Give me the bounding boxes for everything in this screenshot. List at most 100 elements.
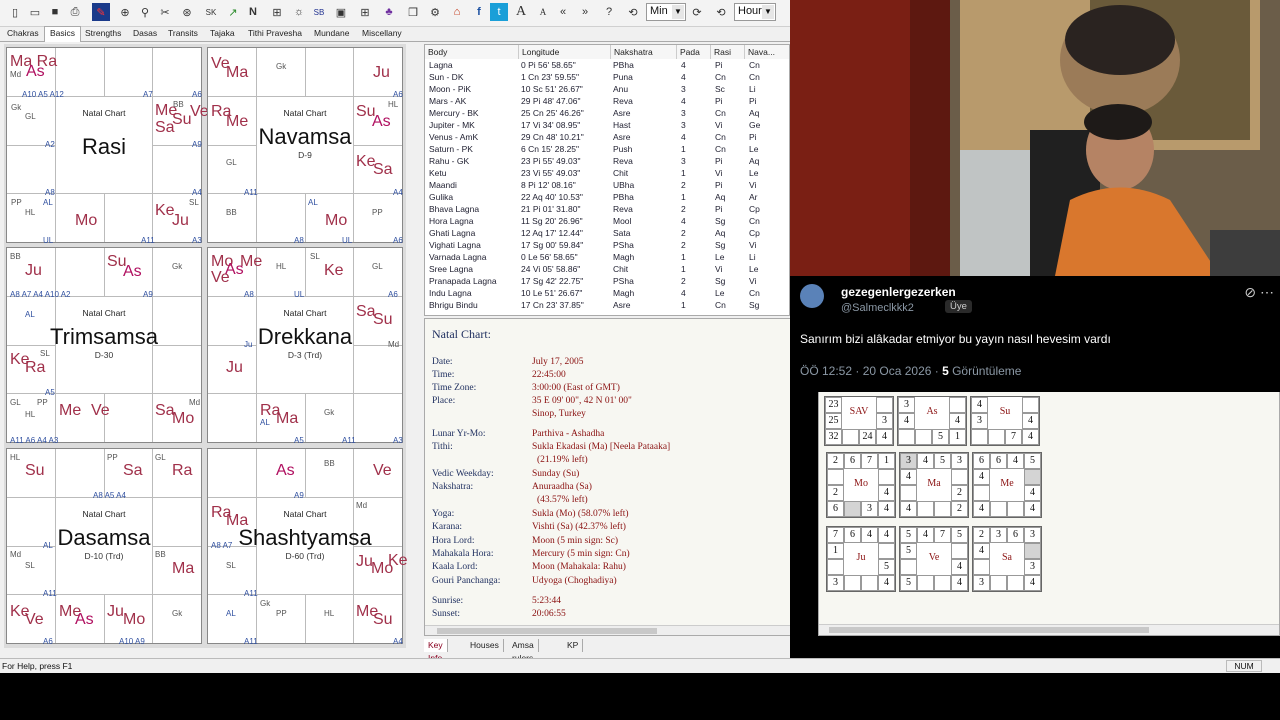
table-row[interactable]: Ghati Lagna 12 Aq 17' 12.44" Sata 2 Aq Cp <box>425 227 789 239</box>
tab-chakras[interactable]: Chakras <box>2 27 44 40</box>
col-header[interactable]: Rasi <box>711 45 745 59</box>
chart-rasi[interactable]: Natal Chart Rasi Ma Ra As Md A10 A5 A12 … <box>6 47 209 245</box>
wheel-icon[interactable]: ⚙ <box>426 3 444 21</box>
people-icon[interactable]: ♣ <box>380 3 398 21</box>
tweet-author-handle[interactable]: @Salmeclkkk2 <box>841 302 914 314</box>
table-icon[interactable]: ⊞ <box>356 3 374 21</box>
table-row[interactable]: Pranapada Lagna 17 Sg 42' 22.75" PSha 2 Sg Vi <box>425 275 789 287</box>
step-unit2-select[interactable]: Hour ▼ <box>734 3 776 21</box>
col-header[interactable]: Longitude <box>519 45 611 59</box>
tab-tithi-pravesha[interactable]: Tithi Pravesha <box>243 27 307 40</box>
tab-mundane[interactable]: Mundane <box>309 27 354 40</box>
chart-shashtyamsa[interactable]: Natal Chart Shashtyamsa D-60 (Trd) As BB… <box>207 448 408 646</box>
open-folder-icon[interactable]: ▭ <box>26 3 44 21</box>
col-header[interactable]: Nakshatra <box>611 45 677 59</box>
step-unit-select[interactable]: Min ▼ <box>646 3 686 21</box>
tab-houses[interactable]: Houses <box>466 639 504 652</box>
table-row[interactable]: Venus - AmK 29 Cn 48' 10.21" Asre 4 Cn Pi <box>425 131 789 143</box>
tweet-author-name[interactable]: gezegenlergezerken <box>841 285 956 299</box>
ashtakavarga-grid-ma[interactable]: 3 4 5 3 4 Ma 2 4 2 <box>899 452 969 518</box>
tab-key-info[interactable]: Key Info <box>424 639 448 663</box>
book-icon[interactable]: ❒ <box>404 3 422 21</box>
edit-chart-icon[interactable]: ✎ <box>92 3 110 21</box>
chart-dasamsa[interactable]: Natal Chart Dasamsa D-10 (Trd) HL Su PP … <box>6 448 202 646</box>
globe-icon[interactable]: ⊛ <box>178 3 196 21</box>
grid-cell: 5 <box>900 543 917 559</box>
back-icon[interactable]: « <box>554 3 572 21</box>
table-row[interactable]: Ketu 23 Vi 55' 49.03" Chit 1 Vi Le <box>425 167 789 179</box>
save-icon[interactable]: ■ <box>46 3 64 21</box>
chart-navamsa[interactable]: Natal Chart Navamsa D-9 Ve Ma Gk Ju A6 R… <box>207 47 403 245</box>
transit-icon[interactable]: ⚲ <box>136 3 154 21</box>
chart-line-icon[interactable]: ↗ <box>224 3 242 21</box>
step-back-icon[interactable]: ⟲ <box>624 3 642 21</box>
tab-kp[interactable]: KP <box>563 639 584 652</box>
more-icon[interactable]: ⋯ <box>1260 284 1274 300</box>
table-row[interactable]: Rahu - GK 23 Pi 55' 49.03" Reva 3 Pi Aq <box>425 155 789 167</box>
avatar[interactable] <box>800 284 824 308</box>
facebook-icon[interactable]: f <box>470 3 488 21</box>
ashtakavarga-grid-mo[interactable]: 2 6 7 1 Mo 2 4 6 3 4 <box>826 452 896 518</box>
chart-trimsamsa[interactable]: Natal Chart Trimsamsa D-30 BB Ju Su As G… <box>6 247 202 445</box>
square-chart-icon[interactable]: ▣ <box>332 3 350 21</box>
table-cell: Cn <box>715 108 726 118</box>
new-file-icon[interactable]: ▯ <box>6 3 24 21</box>
font-larger-icon[interactable]: A <box>512 3 530 21</box>
tab-amsa-rulers[interactable]: Amsa rulers <box>508 639 539 663</box>
table-row[interactable]: Vighati Lagna 17 Sg 00' 59.84" PSha 2 Sg Vi <box>425 239 789 251</box>
step-back2-icon[interactable]: ⟲ <box>712 3 730 21</box>
tab-tajaka[interactable]: Tajaka <box>205 27 240 40</box>
table-row[interactable]: Mercury - BK 25 Cn 25' 46.26" Asre 3 Cn Aq <box>425 107 789 119</box>
table-row[interactable]: Bhrigu Bindu 17 Cn 23' 37.85" Asre 1 Cn Sg <box>425 299 789 311</box>
tab-dasas[interactable]: Dasas <box>128 27 162 40</box>
col-header[interactable]: Body <box>425 45 519 59</box>
ashtakavarga-grid-sa[interactable]: 2 3 6 3 4 Sa 3 3 4 <box>972 526 1042 592</box>
ashtakavarga-grid-sav[interactable]: 23 SAV 25 3 32 24 4 <box>824 396 894 446</box>
table-row[interactable]: Bhava Lagna 21 Pi 01' 31.80" Reva 2 Pi Cp <box>425 203 789 215</box>
chart-drekkana[interactable]: Natal Chart Drekkana D-3 (Trd) Mo As Me … <box>207 247 403 445</box>
table-row[interactable]: Gulika 22 Aq 40' 10.53" PBha 1 Aq Ar <box>425 191 789 203</box>
help-icon[interactable]: ? <box>600 3 618 21</box>
tab-transits[interactable]: Transits <box>163 27 203 40</box>
tools-icon[interactable]: ✂ <box>156 3 174 21</box>
ashtakavarga-grid-ju[interactable]: 7 6 4 4 1 Ju 5 3 4 <box>826 526 896 592</box>
sk-icon[interactable]: SK <box>202 3 220 21</box>
grok-icon[interactable]: ⊘ <box>1244 284 1256 300</box>
step-forward-icon[interactable]: ⟳ <box>688 3 706 21</box>
table-row[interactable]: Lagna 0 Pi 56' 58.65" PBha 4 Pi Cn <box>425 59 789 71</box>
zoom-icon[interactable]: ⊕ <box>116 3 134 21</box>
table-row[interactable]: Saturn - PK 6 Cn 15' 28.25" Push 1 Cn Le <box>425 143 789 155</box>
tab-miscellany[interactable]: Miscellany <box>357 27 407 40</box>
table-row[interactable]: Sree Lagna 24 Vi 05' 58.86" Chit 1 Vi Le <box>425 263 789 275</box>
table-cell: Venus - AmK <box>429 132 479 142</box>
col-header[interactable]: Pada <box>677 45 711 59</box>
horizontal-scrollbar[interactable] <box>819 624 1279 635</box>
n-icon[interactable]: N <box>244 3 262 21</box>
table-row[interactable]: Moon - PiK 10 Sc 51' 26.67" Anu 3 Sc Li <box>425 83 789 95</box>
table-row[interactable]: Hora Lagna 11 Sg 20' 26.96" Mool 4 Sg Cn <box>425 215 789 227</box>
horizontal-scrollbar[interactable] <box>425 625 790 635</box>
col-header[interactable]: Nava... <box>745 45 789 59</box>
sun-icon[interactable]: ☼ <box>290 3 308 21</box>
table-row[interactable]: Maandi 8 Pi 12' 08.16" UBha 2 Pi Vi <box>425 179 789 191</box>
font-smaller-icon[interactable]: A <box>534 3 552 21</box>
table-cell: Sc <box>715 84 725 94</box>
table-row[interactable]: Jupiter - MK 17 Vi 34' 08.95" Hast 3 Vi Ge <box>425 119 789 131</box>
grid-icon[interactable]: ⊞ <box>268 3 286 21</box>
forward-icon[interactable]: » <box>576 3 594 21</box>
table-row[interactable]: Mars - AK 29 Pi 48' 47.06" Reva 4 Pi Pi <box>425 95 789 107</box>
ashtakavarga-grid-su[interactable]: 4 Su 3 4 7 4 <box>970 396 1040 446</box>
twitter-icon[interactable]: t <box>490 3 508 21</box>
tab-basics[interactable]: Basics <box>44 26 82 42</box>
tab-strengths[interactable]: Strengths <box>80 27 126 40</box>
ashtakavarga-grid-ve[interactable]: 5 4 7 5 5 Ve 4 5 4 <box>899 526 969 592</box>
ashtakavarga-grid-as[interactable]: 3 As 4 4 5 1 <box>897 396 967 446</box>
table-row[interactable]: Sun - DK 1 Cn 23' 59.55" Puna 4 Cn Cn <box>425 71 789 83</box>
house-icon[interactable]: ⌂ <box>448 3 466 21</box>
table-row[interactable]: Varnada Lagna 0 Le 56' 58.65" Magh 1 Le Li <box>425 251 789 263</box>
ashtakavarga-grid-me[interactable]: 6 6 4 5 4 Me 4 4 4 <box>972 452 1042 518</box>
table-row[interactable]: Indu Lagna 10 Le 51' 26.67" Magh 4 Le Cn <box>425 287 789 299</box>
planet-label: Su <box>373 611 393 628</box>
sb-icon[interactable]: SB <box>310 3 328 21</box>
print-icon[interactable]: ⎙ <box>66 3 84 21</box>
